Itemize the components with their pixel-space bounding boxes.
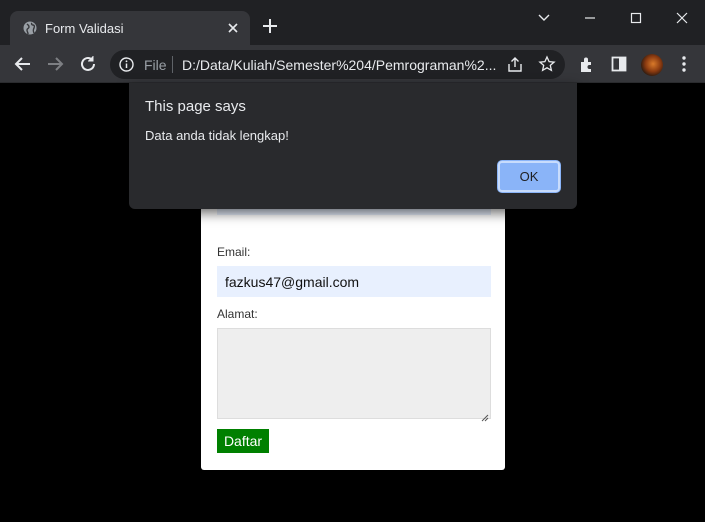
alert-dialog: This page says Data anda tidak lengkap! … (129, 83, 577, 209)
browser-tab[interactable]: Form Validasi (10, 11, 250, 47)
close-icon[interactable] (225, 20, 241, 36)
chevron-down-icon[interactable] (532, 8, 556, 28)
plus-icon[interactable] (261, 17, 279, 38)
dialog-title: This page says (145, 98, 246, 115)
address-textarea[interactable] (217, 328, 491, 422)
globe-icon (23, 21, 37, 35)
submit-button[interactable]: Daftar (217, 429, 269, 453)
info-icon[interactable] (119, 57, 134, 72)
address-label: Alamat: (217, 307, 258, 321)
minimize-icon[interactable] (578, 8, 602, 28)
url-separator (172, 56, 173, 73)
maximize-icon[interactable] (624, 8, 648, 28)
menu-icon[interactable] (674, 54, 694, 74)
extensions-icon[interactable] (577, 54, 597, 74)
tab-title: Form Validasi (45, 21, 124, 36)
back-icon[interactable] (12, 53, 34, 75)
star-icon[interactable] (538, 55, 556, 73)
dialog-message: Data anda tidak lengkap! (145, 128, 289, 143)
email-label: Email: (217, 245, 251, 259)
url-scheme: File (144, 57, 167, 73)
email-field[interactable]: fazkus47@gmail.com (217, 266, 491, 297)
url-text[interactable]: D:/Data/Kuliah/Semester%204/Pemrograman%… (182, 57, 500, 73)
avatar[interactable] (641, 54, 663, 76)
browser-toolbar: File D:/Data/Kuliah/Semester%204/Pemrogr… (0, 45, 705, 83)
address-bar[interactable]: File D:/Data/Kuliah/Semester%204/Pemrogr… (110, 50, 565, 79)
reload-icon[interactable] (77, 53, 99, 75)
browser-titlebar: Form Validasi (0, 0, 705, 47)
ok-button[interactable]: OK (498, 161, 560, 192)
registration-form: FAZA ARDAN KUSUMA Email: fazkus47@gmail.… (201, 184, 505, 470)
sidepanel-icon[interactable] (609, 54, 629, 74)
window-close-icon[interactable] (670, 8, 694, 28)
resize-grip-icon[interactable] (481, 409, 489, 422)
share-icon[interactable] (506, 56, 524, 74)
forward-icon[interactable] (44, 53, 66, 75)
